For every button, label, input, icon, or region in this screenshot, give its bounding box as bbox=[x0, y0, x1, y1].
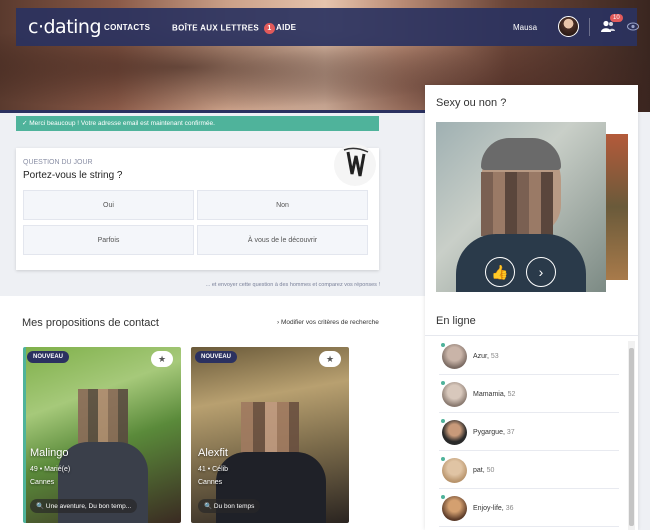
new-badge: NOUVEAU bbox=[27, 351, 70, 363]
visitors-badge: 10 bbox=[610, 14, 623, 22]
answer-discover-button[interactable]: À vous de le découvrir bbox=[197, 225, 368, 255]
next-photo-preview bbox=[606, 134, 628, 280]
online-user-name: Enjoy-life, 36 bbox=[473, 505, 514, 512]
profile-meta: 49 • Marié(e) bbox=[30, 466, 71, 473]
online-user-name-text: Enjoy-life bbox=[473, 505, 502, 512]
top-navbar: c·dating CONTACTS BOÎTE AUX LETTRES 1 AID… bbox=[16, 8, 639, 46]
profile-intent-tag: 🔍 Du bon temps bbox=[198, 499, 261, 513]
online-title: En ligne bbox=[436, 315, 476, 327]
online-user-name: Mamamia, 52 bbox=[473, 391, 516, 398]
question-footer-link[interactable]: ... et envoyer cette question à des homm… bbox=[180, 282, 380, 288]
sexy-or-not-title: Sexy ou non ? bbox=[436, 97, 507, 109]
profile-city: Cannes bbox=[198, 479, 223, 486]
online-user-name: Azur, 53 bbox=[473, 353, 499, 360]
profile-intent-text: Du bon temps bbox=[213, 503, 255, 510]
logo[interactable]: c·dating bbox=[28, 16, 102, 38]
photo-hair bbox=[481, 138, 561, 170]
sexy-or-not-photo: 👍 › bbox=[436, 122, 606, 292]
online-user-age: 50 bbox=[486, 467, 495, 474]
user-avatar bbox=[442, 382, 467, 407]
online-dot bbox=[440, 342, 446, 348]
answer-yes-button[interactable]: Oui bbox=[23, 190, 194, 220]
user-name[interactable]: Mausa bbox=[513, 23, 537, 32]
online-list: Azur, 53 Mamamia, 52 Pygargue, 37 pat, 5… bbox=[425, 335, 638, 530]
thumbs-up-icon[interactable]: 👍 bbox=[485, 257, 515, 287]
nav-separator bbox=[589, 18, 590, 36]
online-user-row[interactable]: Azur, 53 bbox=[439, 340, 619, 375]
question-text: Portez-vous le string ? bbox=[23, 170, 123, 181]
online-user-row[interactable]: Enjoy-life, 36 bbox=[439, 492, 619, 527]
online-user-row[interactable]: pat, 50 bbox=[439, 454, 619, 489]
blurred-face bbox=[481, 172, 553, 236]
question-label: QUESTION DU JOUR bbox=[23, 159, 93, 166]
profile-card[interactable]: NOUVEAU ★ Malingo 49 • Marié(e) Cannes 🔍… bbox=[23, 347, 181, 523]
scrollbar-thumb[interactable] bbox=[629, 348, 634, 526]
blurred-face bbox=[241, 402, 299, 454]
photo-shirt bbox=[456, 234, 586, 292]
user-avatar[interactable] bbox=[558, 16, 579, 37]
mailbox-badge: 1 bbox=[264, 23, 276, 34]
online-dot bbox=[440, 380, 446, 386]
modify-criteria-link[interactable]: › Modifier vos critères de recherche bbox=[277, 319, 379, 326]
profile-intent-text: Une aventure, Du bon temp... bbox=[45, 503, 132, 510]
online-user-age: 36 bbox=[505, 505, 514, 512]
question-image bbox=[334, 144, 376, 186]
online-user-age: 52 bbox=[507, 391, 516, 398]
online-user-name-text: pat bbox=[473, 467, 483, 474]
question-card: QUESTION DU JOUR Portez-vous le string ?… bbox=[16, 144, 379, 270]
profile-name: Malingo bbox=[30, 447, 69, 459]
favorite-star-icon[interactable]: ★ bbox=[319, 351, 341, 367]
online-dot bbox=[440, 418, 446, 424]
online-dot bbox=[440, 494, 446, 500]
profile-intent-tag: 🔍 Une aventure, Du bon temp... bbox=[30, 499, 138, 513]
hero-divider bbox=[0, 110, 425, 113]
online-user-name-text: Pygargue bbox=[473, 429, 503, 436]
profile-card[interactable]: NOUVEAU ★ Alexfit 41 • Célib Cannes 🔍 Du… bbox=[191, 347, 349, 523]
profile-name: Alexfit bbox=[198, 447, 228, 459]
online-user-row[interactable]: Pygargue, 37 bbox=[439, 416, 619, 451]
user-avatar bbox=[442, 344, 467, 369]
nav-help[interactable]: AIDE bbox=[276, 23, 296, 32]
right-sidebar: Sexy ou non ? 👍 › En ligne Azur, 53 Mama… bbox=[425, 85, 638, 530]
nav-mailbox[interactable]: BOÎTE AUX LETTRES 1 bbox=[172, 23, 276, 34]
next-arrow-icon[interactable]: › bbox=[526, 257, 556, 287]
online-user-name-text: Mamamia bbox=[473, 391, 504, 398]
online-user-age: 37 bbox=[506, 429, 515, 436]
user-avatar bbox=[442, 420, 467, 445]
favorite-star-icon[interactable]: ★ bbox=[151, 351, 173, 367]
online-user-name: pat, 50 bbox=[473, 467, 495, 474]
answer-no-button[interactable]: Non bbox=[197, 190, 368, 220]
online-dot bbox=[440, 456, 446, 462]
blurred-face bbox=[78, 389, 128, 444]
profile-city: Cannes bbox=[30, 479, 55, 486]
online-user-row[interactable]: Mamamia, 52 bbox=[439, 378, 619, 413]
answer-sometimes-button[interactable]: Parfois bbox=[23, 225, 194, 255]
online-user-name-text: Azur bbox=[473, 353, 488, 360]
nav-contacts[interactable]: CONTACTS bbox=[104, 23, 150, 32]
nav-mailbox-label: BOÎTE AUX LETTRES bbox=[172, 23, 260, 33]
online-user-age: 53 bbox=[490, 353, 499, 360]
online-user-name: Pygargue, 37 bbox=[473, 429, 515, 436]
propositions-title: Mes propositions de contact bbox=[22, 317, 159, 329]
user-avatar bbox=[442, 458, 467, 483]
profile-meta: 41 • Célib bbox=[198, 466, 229, 473]
new-badge: NOUVEAU bbox=[195, 351, 238, 363]
user-avatar bbox=[442, 496, 467, 521]
eye-icon[interactable] bbox=[627, 22, 639, 31]
email-confirmed-banner: ✓ Merci beaucoup ! Votre adresse email e… bbox=[16, 116, 379, 131]
